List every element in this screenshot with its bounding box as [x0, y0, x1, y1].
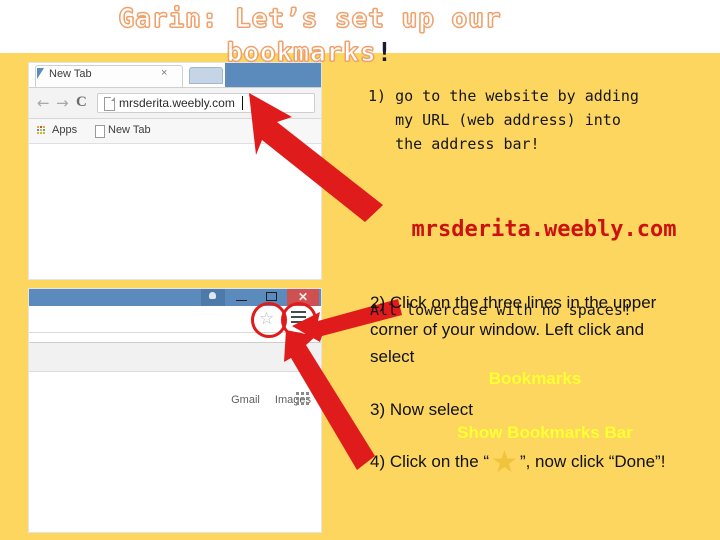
instruction-step-1: 1) go to the website by adding my URL (w… — [368, 87, 639, 153]
instruction-step-4: 4) Click on the “★”, now click “Done”! — [370, 446, 666, 479]
chrome-new-tab-screenshot: New Tab × ← → C mrsderita.weebly.com App… — [28, 62, 322, 280]
apps-grid-icon[interactable] — [37, 126, 47, 136]
instruction-step-3: 3) Now select — [370, 400, 473, 419]
highlight-show-bookmarks-bar: Show Bookmarks Bar — [457, 423, 633, 442]
annotation-circle-menu — [281, 302, 317, 338]
page-icon — [104, 97, 115, 111]
address-bar-value: mrsderita.weebly.com — [119, 96, 235, 110]
website-url-text: mrsderita.weebly.com — [411, 217, 677, 242]
forward-icon[interactable]: → — [56, 95, 69, 111]
text-caret — [242, 96, 243, 110]
step4-text-after: ”, now click “Done”! — [519, 452, 666, 471]
instruction-step-2: 2) Click on the three lines in the upper… — [370, 293, 657, 366]
page-title-line2: bookmarks — [226, 37, 377, 68]
minimize-button[interactable] — [227, 289, 257, 306]
back-icon[interactable]: ← — [37, 95, 50, 111]
reload-icon[interactable]: C — [76, 94, 87, 110]
step4-text-before: 4) Click on the “ — [370, 452, 490, 471]
bookmarks-bar: Apps New Tab — [29, 119, 321, 144]
person-icon — [209, 292, 216, 299]
gmail-link[interactable]: Gmail — [231, 394, 260, 406]
address-bar[interactable]: mrsderita.weebly.com — [97, 93, 315, 113]
page-title-line1: Garin: Let’s set up our — [118, 3, 502, 34]
browser-toolbar-row: ☆ — [29, 302, 321, 338]
page-icon — [95, 125, 105, 138]
page-title: Garin: Let’s set up our bookmarks! — [0, 2, 620, 70]
bookmark-item-new-tab[interactable]: New Tab — [108, 124, 151, 136]
google-apps-grid-icon[interactable] — [296, 392, 309, 405]
page-viewport: Gmail Images — [29, 372, 321, 532]
highlight-bookmarks-menu: Bookmarks — [488, 369, 582, 388]
secondary-toolbar — [29, 343, 321, 372]
page-viewport — [29, 144, 321, 279]
page-title-punct: ! — [376, 38, 394, 68]
slide-canvas: Garin: Let’s set up our bookmarks! New Ta… — [0, 0, 720, 540]
chrome-window-controls-screenshot: ✕ ☆ Gmail Images — [28, 288, 322, 533]
browser-toolbar: ← → C mrsderita.weebly.com — [29, 87, 321, 119]
bookmark-item-apps[interactable]: Apps — [52, 124, 77, 136]
